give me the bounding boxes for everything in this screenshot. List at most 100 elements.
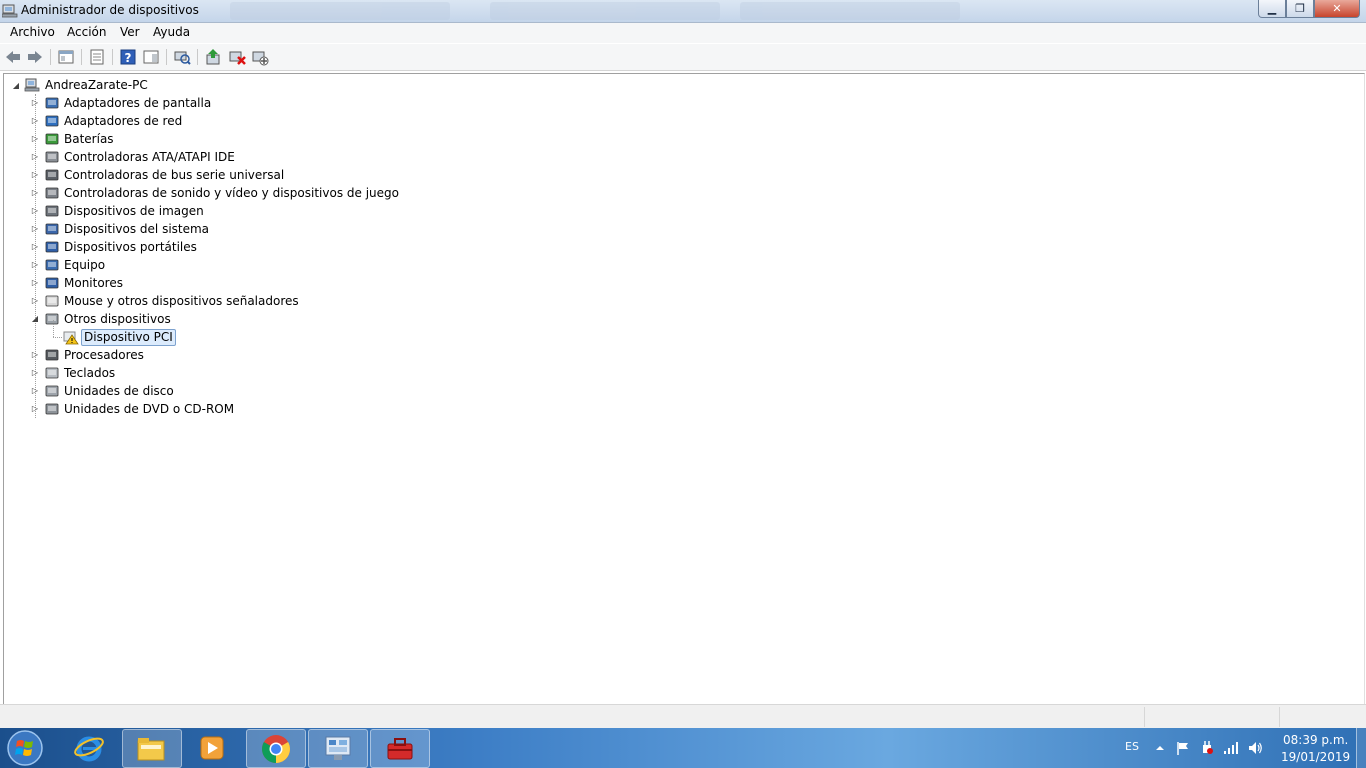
action-pane-icon[interactable]: [142, 48, 160, 66]
expand-toggle-icon[interactable]: ▷: [31, 189, 39, 197]
sound-icon: [45, 187, 59, 199]
tree-root-label[interactable]: AndreaZarate-PC: [45, 76, 148, 94]
expand-root-icon[interactable]: ◢: [12, 82, 20, 90]
tree-category-label[interactable]: Unidades de disco: [64, 382, 174, 400]
device-tree: ◢ AndreaZarate-PC ▷ Adaptadores de pantalla…: [3, 73, 1365, 705]
close-button[interactable]: ✕: [1314, 0, 1360, 18]
battery-icon: [45, 133, 59, 145]
taskbar-toolbox[interactable]: [370, 729, 430, 768]
usb-icon: [45, 169, 59, 181]
menu-archivo[interactable]: Archivo: [7, 25, 58, 39]
tree-device-item[interactable]: Dispositivo PCI: [81, 329, 176, 346]
tree-category-label[interactable]: Procesadores: [64, 346, 144, 364]
expand-toggle-icon[interactable]: ▷: [31, 297, 39, 305]
back-icon[interactable]: [4, 48, 22, 66]
computer-root-icon: [24, 78, 40, 92]
title-bar: Administrador de dispositivos ▁ ❐ ✕: [0, 0, 1366, 23]
tree-category-label[interactable]: Unidades de DVD o CD-ROM: [64, 400, 234, 418]
child-branch-line: [53, 337, 62, 338]
dvd-drive-icon: [45, 403, 59, 415]
tree-category-label[interactable]: Baterías: [64, 130, 114, 148]
menu-bar: Archivo Acción Ver Ayuda: [0, 23, 1366, 43]
minimize-button[interactable]: ▁: [1258, 0, 1286, 18]
disk-drive-icon: [45, 385, 59, 397]
tree-category-label[interactable]: Equipo: [64, 256, 105, 274]
menu-ver[interactable]: Ver: [117, 25, 143, 39]
window-title: Administrador de dispositivos: [21, 3, 199, 17]
forward-icon[interactable]: [26, 48, 44, 66]
show-hidden-icons-icon[interactable]: [1152, 740, 1168, 756]
expand-toggle-icon[interactable]: ▷: [31, 369, 39, 377]
disable-icon[interactable]: [251, 48, 269, 66]
expand-toggle-icon[interactable]: ▷: [31, 405, 39, 413]
tree-category-label[interactable]: Adaptadores de pantalla: [64, 94, 211, 112]
expand-toggle-icon[interactable]: ▷: [31, 135, 39, 143]
tree-category-label[interactable]: Dispositivos de imagen: [64, 202, 204, 220]
scan-hardware-icon[interactable]: [173, 48, 191, 66]
toolbox-icon: [387, 738, 413, 760]
expand-toggle-icon[interactable]: ▷: [31, 279, 39, 287]
background-windows-ghost: [190, 2, 1010, 20]
network-signal-icon[interactable]: [1223, 740, 1239, 756]
camera-icon: [45, 205, 59, 217]
menu-ayuda[interactable]: Ayuda: [150, 25, 193, 39]
tree-category-label[interactable]: Controladoras de sonido y vídeo y dispos…: [64, 184, 399, 202]
expand-toggle-icon[interactable]: ▷: [31, 153, 39, 161]
power-plug-icon[interactable]: [1199, 740, 1215, 756]
expand-toggle-icon[interactable]: ▷: [31, 243, 39, 251]
media-player-icon: [200, 736, 224, 760]
language-indicator[interactable]: ES: [1125, 740, 1139, 753]
svg-text:?: ?: [125, 51, 132, 65]
show-desktop-button[interactable]: [1356, 728, 1366, 768]
keyboard-icon: [45, 367, 59, 379]
mouse-icon: [45, 295, 59, 307]
taskbar-ie[interactable]: [60, 729, 118, 766]
expand-toggle-icon[interactable]: ▷: [31, 207, 39, 215]
expand-toggle-icon[interactable]: ▷: [31, 117, 39, 125]
portable-device-icon: [45, 241, 59, 253]
uninstall-icon[interactable]: [228, 48, 246, 66]
control-panel-icon: [325, 736, 351, 760]
taskbar-chrome[interactable]: [246, 729, 306, 768]
expand-toggle-icon[interactable]: ▷: [31, 261, 39, 269]
expand-toggle-icon[interactable]: ▷: [31, 387, 39, 395]
taskbar-control-panel[interactable]: [308, 729, 368, 768]
internet-explorer-icon: [74, 736, 104, 762]
device-manager-icon: [2, 4, 18, 18]
expand-toggle-icon[interactable]: ▷: [31, 351, 39, 359]
monitor-icon: [45, 277, 59, 289]
tree-category-label[interactable]: Dispositivos del sistema: [64, 220, 209, 238]
update-driver-icon[interactable]: [204, 48, 222, 66]
tree-category-label[interactable]: Controladoras ATA/ATAPI IDE: [64, 148, 235, 166]
tree-category-label[interactable]: Adaptadores de red: [64, 112, 182, 130]
other-devices-icon: [45, 313, 59, 325]
display-adapter-icon: [45, 97, 59, 109]
network-adapter-icon: [45, 115, 59, 127]
maximize-button[interactable]: ❐: [1286, 0, 1314, 18]
expand-toggle-icon[interactable]: ◢: [31, 315, 39, 323]
tree-category-label[interactable]: Controladoras de bus serie universal: [64, 166, 284, 184]
action-center-flag-icon[interactable]: [1175, 740, 1191, 756]
tree-category-label[interactable]: Monitores: [64, 274, 123, 292]
expand-toggle-icon[interactable]: ▷: [31, 171, 39, 179]
start-button-icon[interactable]: [4, 729, 46, 767]
ide-controller-icon: [45, 151, 59, 163]
menu-accion[interactable]: Acción: [64, 25, 109, 39]
file-explorer-icon: [137, 738, 165, 761]
tree-category-label[interactable]: Teclados: [64, 364, 115, 382]
clock-date[interactable]: 19/01/2019: [1281, 750, 1350, 764]
tree-category-label[interactable]: Otros dispositivos: [64, 310, 171, 328]
computer-icon: [45, 259, 59, 271]
volume-icon[interactable]: [1247, 740, 1263, 756]
expand-toggle-icon[interactable]: ▷: [31, 99, 39, 107]
properties-icon[interactable]: [88, 48, 106, 66]
help-icon[interactable]: ?: [119, 48, 137, 66]
clock-time[interactable]: 08:39 p.m.: [1283, 733, 1348, 747]
tree-category-label[interactable]: Mouse y otros dispositivos señaladores: [64, 292, 299, 310]
expand-toggle-icon[interactable]: ▷: [31, 225, 39, 233]
tree-category-label[interactable]: Dispositivos portátiles: [64, 238, 197, 256]
taskbar-explorer[interactable]: [122, 729, 182, 768]
console-tree-icon[interactable]: [57, 48, 75, 66]
toolbar: ?: [0, 44, 1366, 71]
taskbar-media-player[interactable]: [184, 729, 242, 766]
